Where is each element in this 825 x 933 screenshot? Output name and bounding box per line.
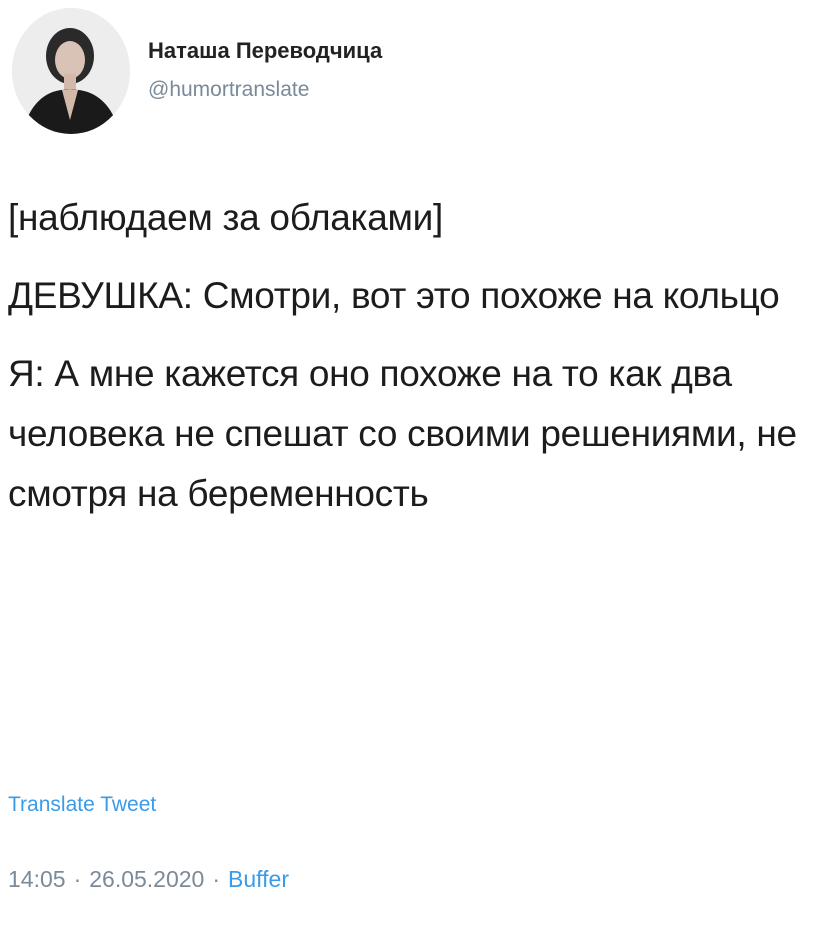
tweet-time[interactable]: 14:05 (8, 866, 66, 892)
tweet-paragraph: [наблюдаем за облаками] (8, 197, 443, 238)
tweet-source-link[interactable]: Buffer (228, 866, 289, 892)
tweet-text: [наблюдаем за облаками] ДЕВУШКА: Смотри,… (8, 188, 823, 542)
tweet-card: Наташа Переводчица @humortranslate [набл… (0, 0, 825, 933)
translate-tweet-link[interactable]: Translate Tweet (8, 793, 156, 817)
tweet-meta: 14:05 · 26.05.2020 · Buffer (8, 866, 289, 893)
profile-photo-icon (12, 8, 130, 134)
tweet-paragraph: ДЕВУШКА: Смотри, вот это похоже на кольц… (8, 275, 780, 316)
author-display-name[interactable]: Наташа Переводчица (148, 38, 382, 64)
meta-separator: · (73, 866, 82, 892)
tweet-date[interactable]: 26.05.2020 (89, 866, 204, 892)
author-handle[interactable]: @humortranslate (148, 78, 309, 102)
author-avatar[interactable] (12, 8, 130, 134)
meta-separator: · (212, 866, 221, 892)
tweet-paragraph: Я: А мне кажется оно похоже на то как дв… (8, 353, 797, 514)
